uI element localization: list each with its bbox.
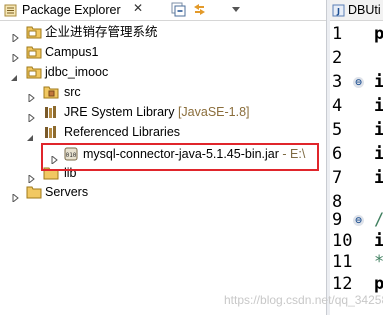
line-number-gutter: 1p 2 3i 4i 5i 6i 7i 8 9/ 10i 11* 12p ⊖ ⊖ — [330, 24, 383, 315]
project-icon — [26, 25, 42, 45]
project-icon — [26, 65, 42, 85]
code-editor[interactable]: J DBUti 1p 2 3i 4i 5i 6i 7i 8 9/ 10i 11*… — [330, 0, 383, 315]
chevron-right-icon[interactable] — [27, 169, 35, 185]
tree-item-label: Campus1 — [45, 45, 99, 59]
package-explorer-icon — [4, 4, 17, 20]
editor-tab[interactable]: J DBUti — [330, 0, 383, 21]
chevron-right-icon[interactable] — [11, 28, 19, 44]
tree-item-label: 企业进销存管理系统 — [45, 25, 158, 39]
fold-collapse-icon[interactable]: ⊖ — [353, 77, 364, 88]
source-folder-icon — [43, 85, 59, 105]
folder-icon — [26, 185, 42, 205]
tree-item-label: Servers — [45, 185, 89, 199]
view-menu-icon[interactable] — [228, 1, 245, 18]
view-title: Package Explorer — [22, 3, 121, 17]
package-explorer-tab[interactable]: Package Explorer ✕ — [0, 0, 326, 21]
package-explorer-view: Package Explorer ✕ 企业进销存管理系统 Campus1 jdb… — [0, 0, 326, 315]
project-icon — [26, 45, 42, 65]
highlight-box — [41, 143, 319, 171]
watermark: https://blog.csdn.net/qq_34258 — [224, 293, 383, 307]
tree-item-decoration: [JavaSE-1.8] — [177, 105, 250, 119]
java-file-icon: J — [332, 4, 345, 20]
tree-item-label: jdbc_imooc — [45, 65, 109, 79]
chevron-right-icon[interactable] — [27, 88, 35, 104]
chevron-right-icon[interactable] — [27, 108, 35, 124]
chevron-right-icon[interactable] — [11, 188, 19, 204]
editor-tab-title: DBUti — [348, 3, 381, 17]
link-with-editor-icon[interactable] — [191, 1, 208, 18]
close-icon[interactable]: ✕ — [133, 1, 143, 15]
chevron-down-icon[interactable] — [10, 68, 18, 81]
chevron-down-icon[interactable] — [26, 128, 34, 141]
tree-item-label: JRE System Library [JavaSE-1.8] — [64, 105, 250, 119]
library-icon — [43, 105, 59, 125]
fold-collapse-icon[interactable]: ⊖ — [353, 215, 364, 226]
library-icon — [43, 125, 59, 145]
tree-item-label: src — [64, 85, 81, 99]
svg-text:J: J — [336, 7, 340, 16]
collapse-all-icon[interactable] — [170, 1, 187, 18]
tree-item-label: Referenced Libraries — [64, 125, 181, 139]
chevron-right-icon[interactable] — [11, 48, 19, 64]
